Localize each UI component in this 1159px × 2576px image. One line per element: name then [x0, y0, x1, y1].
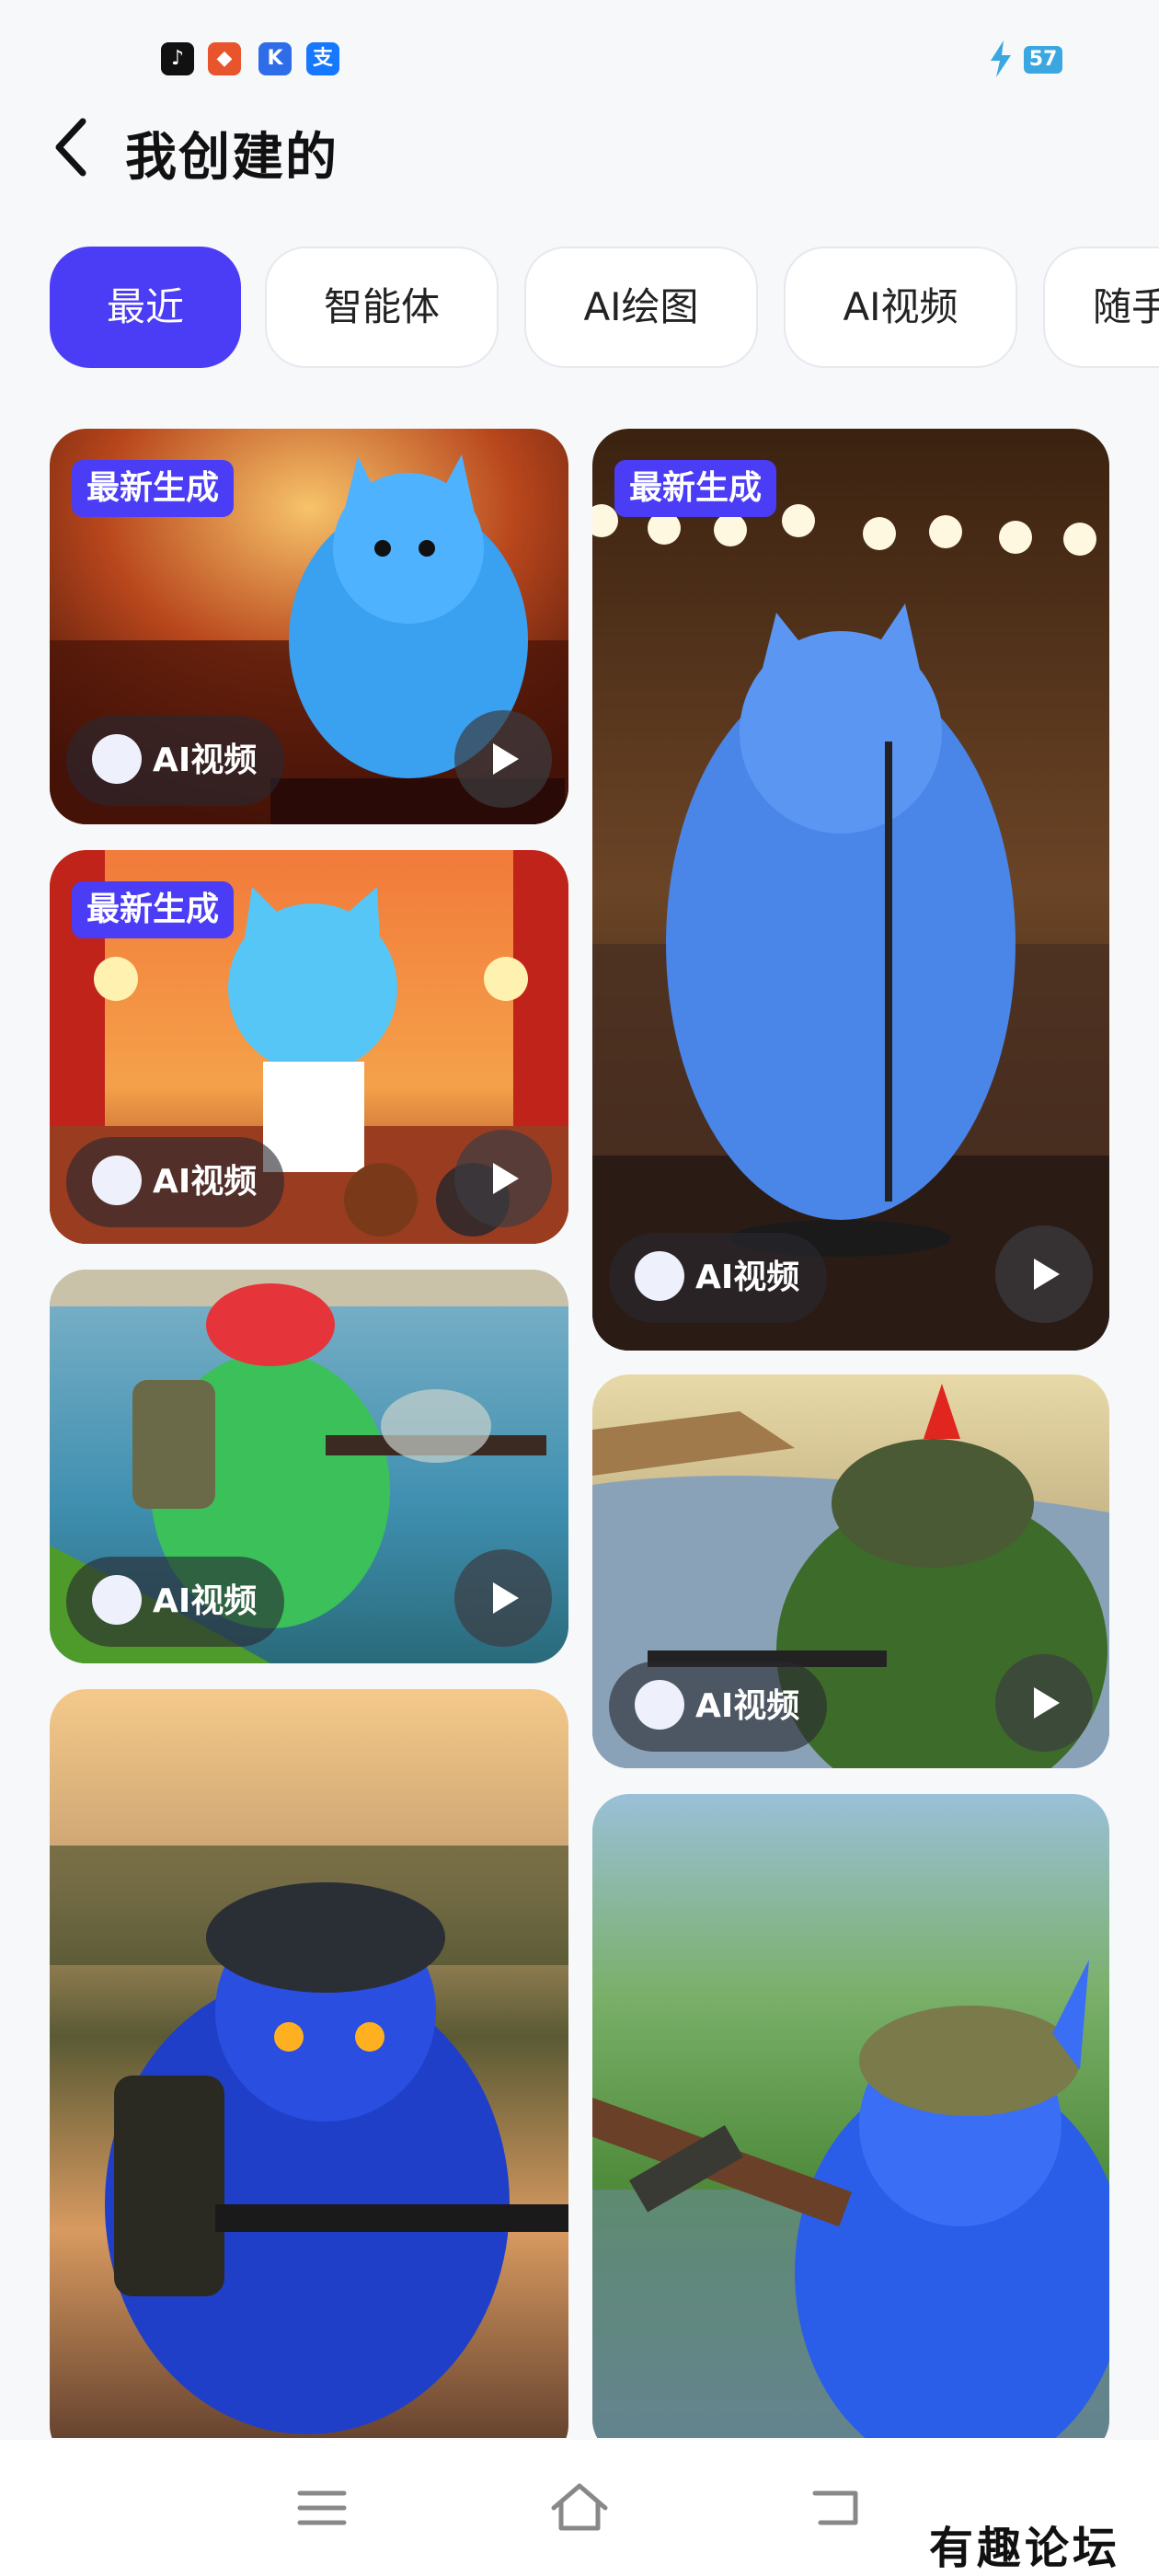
food-app-icon: ◆ [208, 42, 241, 75]
watermark-text: 有趣论坛 [929, 2523, 1121, 2574]
type-label: AI视频 [153, 742, 258, 779]
charging-icon [991, 40, 1011, 77]
alipay-icon: 支 [306, 42, 339, 75]
play-button[interactable] [454, 1549, 552, 1647]
video-thumbnail [592, 1794, 1109, 2438]
battery-indicator: 57 [1024, 46, 1062, 74]
creation-card[interactable] [50, 1689, 568, 2438]
creations-grid: 最新生成 AI视频 最新生成 AI视频 最新生成 AI视频 AI视频 AI视频 [0, 423, 1159, 2438]
type-label: AI视频 [695, 1259, 800, 1296]
back-button[interactable] [48, 114, 99, 180]
play-icon [1034, 1687, 1060, 1719]
new-badge: 最新生成 [72, 881, 235, 938]
page-title: 我创建的 [125, 128, 339, 188]
new-badge: 最新生成 [72, 460, 235, 517]
type-chip: AI视频 [609, 1233, 828, 1323]
video-icon [92, 1575, 142, 1625]
play-button[interactable] [454, 710, 552, 808]
video-icon [92, 734, 142, 784]
home-button[interactable] [546, 2475, 613, 2541]
creation-card[interactable]: AI视频 [50, 1270, 568, 1663]
creation-card[interactable]: AI视频 [592, 1374, 1109, 1768]
creation-card[interactable]: 最新生成 AI视频 [592, 429, 1109, 1351]
tab-ai-drawing[interactable]: AI绘图 [524, 247, 758, 368]
type-chip: AI视频 [66, 1557, 285, 1647]
creation-card[interactable]: 最新生成 AI视频 [50, 429, 568, 824]
k-app-icon: K [258, 42, 292, 75]
video-thumbnail [592, 429, 1109, 1351]
tab-casual[interactable]: 随手 [1043, 247, 1159, 368]
home-icon [551, 2483, 608, 2531]
tiktok-icon: ♪ [161, 42, 194, 75]
type-label: AI视频 [153, 1163, 258, 1201]
creation-card[interactable] [592, 1794, 1109, 2438]
tab-ai-video[interactable]: AI视频 [784, 247, 1017, 368]
chevron-left-icon [55, 118, 86, 177]
play-button[interactable] [995, 1654, 1093, 1752]
menu-button[interactable] [289, 2475, 355, 2541]
status-bar: ♪ ◆ K 支 57 [0, 0, 1159, 101]
play-button[interactable] [995, 1225, 1093, 1323]
back-nav-button[interactable] [804, 2475, 870, 2541]
new-badge: 最新生成 [614, 460, 777, 517]
tab-agents[interactable]: 智能体 [265, 247, 499, 368]
play-icon [493, 1582, 519, 1614]
creation-card[interactable]: 最新生成 AI视频 [50, 850, 568, 1244]
return-icon [812, 2490, 858, 2525]
play-icon [493, 743, 519, 775]
video-icon [635, 1251, 684, 1301]
video-icon [92, 1156, 142, 1205]
play-button[interactable] [454, 1130, 552, 1227]
video-thumbnail [50, 1689, 568, 2438]
category-tabs: 最近 智能体 AI绘图 AI视频 随手 [0, 247, 1159, 372]
type-chip: AI视频 [66, 716, 285, 806]
tab-recent[interactable]: 最近 [50, 247, 241, 368]
type-label: AI视频 [695, 1687, 800, 1725]
video-icon [635, 1680, 684, 1730]
type-chip: AI视频 [609, 1662, 828, 1752]
type-label: AI视频 [153, 1582, 258, 1620]
play-icon [493, 1163, 519, 1194]
play-icon [1034, 1259, 1060, 1290]
page-header: 我创建的 [0, 101, 1159, 202]
type-chip: AI视频 [66, 1137, 285, 1227]
menu-icon [297, 2490, 347, 2525]
